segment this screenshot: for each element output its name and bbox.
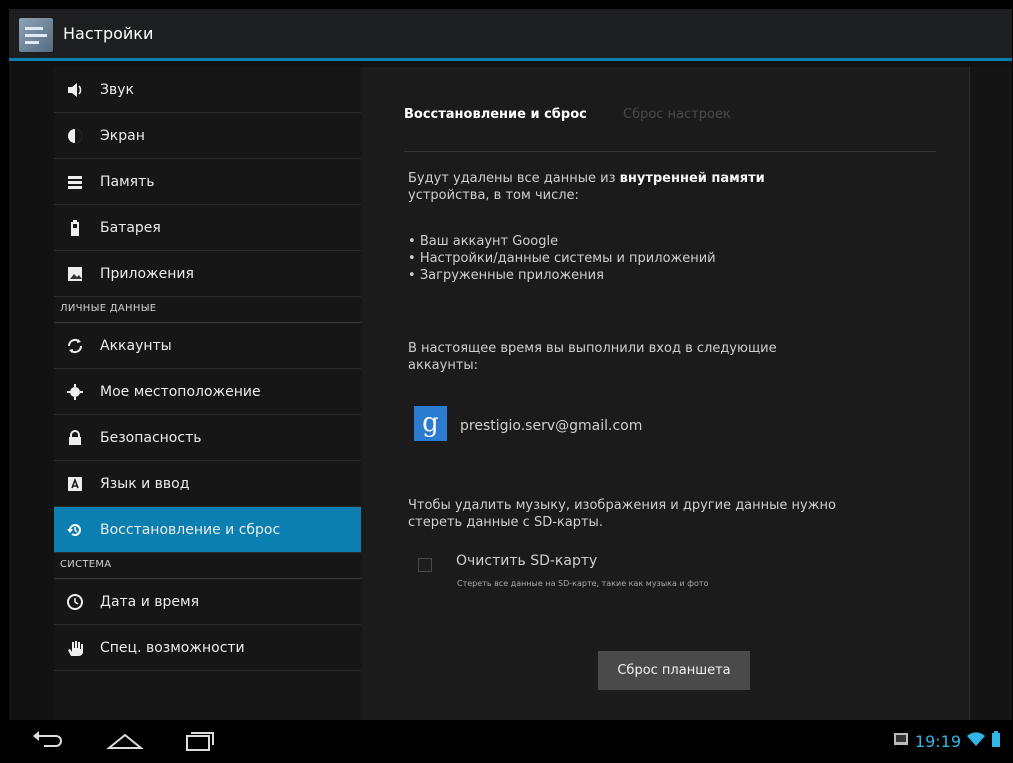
- breadcrumb-current[interactable]: Восстановление и сброс: [404, 107, 587, 122]
- accounts-notice-line: В настоящее время вы выполнили вход в сл…: [408, 341, 777, 356]
- right-margin: [969, 67, 1012, 720]
- sd-notice-line: Чтобы удалить музыку, изображения и друг…: [408, 498, 836, 513]
- sidebar-item-location[interactable]: Мое местоположение: [54, 369, 361, 415]
- sidebar-item-apps[interactable]: Приложения: [54, 251, 361, 297]
- speaker-icon: [66, 81, 84, 99]
- sidebar-item-storage[interactable]: Память: [54, 159, 361, 205]
- erase-list: Ваш аккаунт Google Настройки/данные сист…: [408, 233, 716, 284]
- action-bar: Настройки: [9, 9, 1012, 61]
- sd-notice: Чтобы удалить музыку, изображения и друг…: [408, 497, 836, 531]
- sidebar-item-battery[interactable]: Батарея: [54, 205, 361, 251]
- accounts-notice-line: аккаунты:: [408, 358, 479, 373]
- screenshot-notification-icon[interactable]: [893, 731, 909, 751]
- recent-apps-icon[interactable]: [183, 728, 215, 758]
- lock-icon: [66, 429, 84, 447]
- sidebar-item-label: Приложения: [100, 266, 194, 282]
- back-icon[interactable]: [30, 728, 64, 758]
- system-navbar: 19:19: [0, 720, 1013, 763]
- apps-icon: [66, 265, 84, 283]
- sidebar-item-language[interactable]: Язык и ввод: [54, 461, 361, 507]
- settings-window: Настройки Звук Экран Память Батарея Прил…: [9, 9, 1012, 720]
- detail-pane: Восстановление и сброс Сброс настроек Бу…: [361, 67, 969, 720]
- sidebar-item-label: Аккаунты: [100, 338, 172, 354]
- wifi-icon: [967, 731, 985, 751]
- sidebar-item-label: Мое местоположение: [100, 384, 261, 400]
- clock-icon: [66, 593, 84, 611]
- sidebar-item-label: Экран: [100, 128, 145, 144]
- sidebar-header-personal: ЛИЧНЫЕ ДАННЫЕ: [54, 297, 361, 323]
- battery-icon: [66, 219, 84, 237]
- sidebar-item-label: Память: [100, 174, 155, 190]
- storage-icon: [66, 173, 84, 191]
- settings-app-icon[interactable]: [19, 18, 53, 52]
- erase-warning: Будут удалены все данные из внутренней п…: [408, 170, 765, 204]
- list-item: Настройки/данные системы и приложений: [408, 250, 716, 267]
- sidebar-header-system: СИСТЕМА: [54, 553, 361, 579]
- sidebar-item-display[interactable]: Экран: [54, 113, 361, 159]
- google-account-icon: g: [414, 406, 447, 441]
- sidebar-item-sound[interactable]: Звук: [54, 67, 361, 113]
- erase-sd-checkbox[interactable]: [418, 558, 432, 572]
- warning-text: Будут удалены все данные из: [408, 171, 620, 186]
- status-area[interactable]: 19:19: [893, 731, 1001, 751]
- warning-text-cont: устройства, в том числе:: [408, 188, 579, 203]
- sidebar-item-accessibility[interactable]: Спец. возможности: [54, 625, 361, 671]
- section-header-label: ЛИЧНЫЕ ДАННЫЕ: [60, 303, 157, 314]
- list-item: Ваш аккаунт Google: [408, 233, 716, 250]
- breadcrumb-sub: Сброс настроек: [623, 107, 731, 122]
- app-title: Настройки: [63, 24, 154, 43]
- sidebar-item-backup-reset[interactable]: Восстановление и сброс: [54, 507, 361, 553]
- sidebar-item-label: Восстановление и сброс: [100, 522, 281, 538]
- settings-sidebar: Звук Экран Память Батарея Приложения ЛИЧ…: [54, 67, 361, 720]
- battery-status-icon: [991, 731, 1001, 751]
- restore-icon: [66, 521, 84, 539]
- erase-sd-label[interactable]: Очистить SD-карту: [456, 553, 597, 569]
- sidebar-item-security[interactable]: Безопасность: [54, 415, 361, 461]
- sidebar-item-label: Спец. возможности: [100, 640, 245, 656]
- reset-tablet-button[interactable]: Сброс планшета: [598, 651, 750, 690]
- sidebar-item-label: Батарея: [100, 220, 161, 236]
- list-item: Загруженные приложения: [408, 267, 716, 284]
- section-header-label: СИСТЕМА: [60, 559, 112, 570]
- sidebar-item-datetime[interactable]: Дата и время: [54, 579, 361, 625]
- brightness-icon: [66, 127, 84, 145]
- clock: 19:19: [914, 731, 961, 751]
- sd-notice-line: стереть данные с SD-карты.: [408, 515, 603, 530]
- erase-sd-summary: Стереть все данные на SD-карте, такие ка…: [457, 579, 709, 588]
- warning-bold: внутренней памяти: [619, 171, 765, 186]
- accounts-notice: В настоящее время вы выполнили вход в сл…: [408, 340, 777, 374]
- keyboard-icon: [66, 475, 84, 493]
- hand-icon: [66, 639, 84, 657]
- sidebar-item-label: Звук: [100, 82, 134, 98]
- home-icon[interactable]: [105, 728, 145, 758]
- sidebar-item-label: Язык и ввод: [100, 476, 190, 492]
- sidebar-item-label: Безопасность: [100, 430, 202, 446]
- sidebar-item-label: Дата и время: [100, 594, 199, 610]
- divider: [404, 151, 936, 152]
- location-icon: [66, 383, 84, 401]
- sidebar-item-accounts[interactable]: Аккаунты: [54, 323, 361, 369]
- account-email: prestigio.serv@gmail.com: [460, 418, 643, 434]
- sync-icon: [66, 337, 84, 355]
